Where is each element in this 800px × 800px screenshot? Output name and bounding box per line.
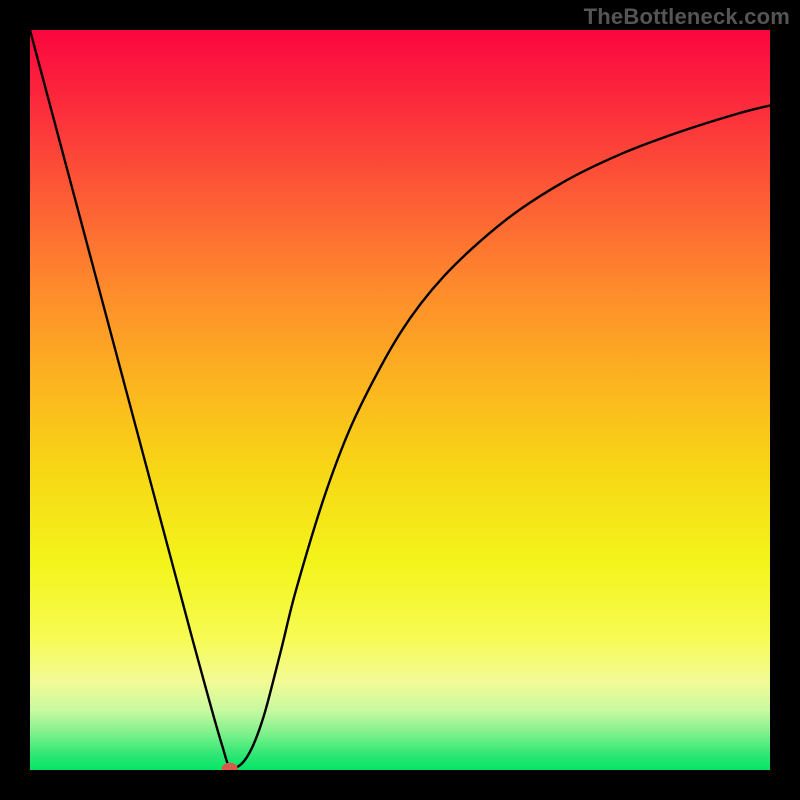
chart-svg <box>30 30 770 770</box>
chart-plot-area <box>30 30 770 770</box>
chart-background <box>30 30 770 770</box>
chart-frame: TheBottleneck.com <box>0 0 800 800</box>
watermark-text: TheBottleneck.com <box>584 4 790 30</box>
